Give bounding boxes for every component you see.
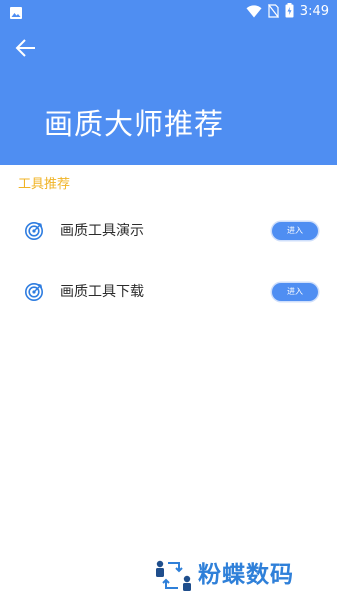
status-bar: 3:49: [0, 0, 337, 24]
watermark-logo-icon: [152, 558, 194, 592]
section-title: 工具推荐: [18, 177, 71, 192]
list-item[interactable]: 画质工具下载 进入: [0, 274, 337, 310]
status-time: 3:49: [299, 4, 329, 19]
list-item-label: 画质工具下载: [60, 284, 144, 300]
watermark: 粉蝶数码: [152, 558, 332, 594]
wifi-icon: [246, 3, 262, 22]
watermark-text: 粉蝶数码: [198, 562, 294, 588]
arrow-left-icon: [14, 36, 38, 64]
enter-button[interactable]: 进入: [272, 283, 318, 301]
list-item[interactable]: 画质工具演示 进入: [0, 213, 337, 249]
target-icon: [24, 221, 44, 241]
target-icon: [24, 282, 44, 302]
list-item-label: 画质工具演示: [60, 223, 144, 239]
battery-icon: [285, 2, 294, 22]
image-icon: [9, 5, 23, 19]
no-sim-icon: [267, 3, 279, 22]
page-title: 画质大师推荐: [44, 107, 225, 141]
app-header: 3:49 画质大师推荐: [0, 0, 337, 165]
enter-button[interactable]: 进入: [272, 222, 318, 240]
back-button[interactable]: [12, 36, 40, 64]
